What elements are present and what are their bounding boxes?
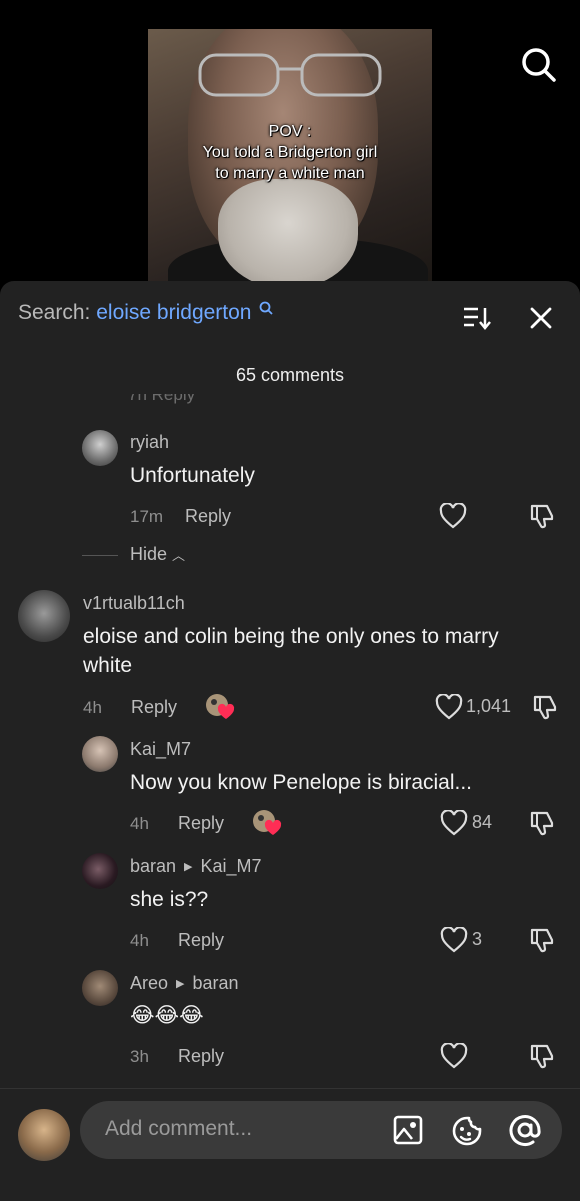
creator-liked-icon bbox=[206, 694, 235, 719]
reply-arrow-icon: ▶ bbox=[176, 978, 185, 990]
comment-item: Areo ▶ baran 😂😂😂 3h Reply bbox=[0, 968, 580, 1078]
comment-input[interactable]: Add comment... bbox=[80, 1101, 562, 1159]
like-count: 1,041 bbox=[466, 696, 512, 716]
dislike-icon[interactable] bbox=[528, 502, 556, 530]
reply-button[interactable]: Reply bbox=[178, 930, 224, 951]
my-avatar[interactable] bbox=[18, 1109, 70, 1161]
heart-icon[interactable] bbox=[440, 1043, 468, 1069]
avatar[interactable] bbox=[82, 430, 118, 466]
comment-username[interactable]: Kai_M7 bbox=[130, 739, 191, 760]
image-icon[interactable] bbox=[393, 1115, 423, 1145]
dislike-icon[interactable] bbox=[531, 693, 559, 721]
search-label: Search: bbox=[18, 301, 97, 324]
username-text[interactable]: Areo bbox=[130, 973, 168, 993]
comment-text: 😂😂😂 bbox=[130, 1004, 204, 1027]
comment-username[interactable]: v1rtualb11ch bbox=[83, 593, 185, 614]
comment-text-line: eloise and colin being the only ones to … bbox=[83, 625, 499, 648]
video-caption: POV : You told a Bridgerton girl to marr… bbox=[148, 121, 432, 184]
caption-line: You told a Bridgerton girl bbox=[202, 144, 378, 161]
divider-line bbox=[82, 554, 118, 556]
reply-to-username[interactable]: Kai_M7 bbox=[201, 856, 262, 876]
comment-input-placeholder: Add comment... bbox=[105, 1117, 253, 1140]
comment-count: 65 comments bbox=[235, 365, 345, 385]
close-icon[interactable] bbox=[528, 305, 554, 331]
reply-button[interactable]: Reply bbox=[178, 1046, 224, 1067]
comment-item: v1rtualb11ch eloise and colin being the … bbox=[0, 588, 580, 721]
comment-time: 4h bbox=[130, 931, 149, 950]
comment-username[interactable]: ryiah bbox=[130, 432, 169, 453]
reply-to-username[interactable]: baran bbox=[193, 973, 239, 993]
avatar[interactable] bbox=[82, 736, 118, 772]
comment-text: Unfortunately bbox=[130, 464, 255, 487]
comment-username[interactable]: Areo ▶ baran bbox=[130, 973, 239, 994]
cut-off-row: 7h Reply bbox=[128, 394, 196, 404]
caption-line: POV : bbox=[268, 123, 312, 140]
heart-icon[interactable] bbox=[440, 810, 468, 836]
comment-text: eloise and colin being the only ones to … bbox=[83, 622, 563, 680]
video-beard bbox=[218, 179, 358, 289]
glasses-shape bbox=[198, 53, 382, 97]
comment-item: Kai_M7 Now you know Penelope is biracial… bbox=[0, 734, 580, 844]
caption-line: to marry a white man bbox=[215, 165, 365, 182]
comment-time: 4h bbox=[83, 698, 102, 717]
hide-label: Hide bbox=[130, 544, 168, 564]
reply-arrow-icon: ▶ bbox=[184, 861, 193, 873]
comment-time: 17m bbox=[130, 507, 164, 526]
search-query[interactable]: Search: eloise bridgerton bbox=[18, 301, 273, 325]
comment-username[interactable]: baran ▶ Kai_M7 bbox=[130, 856, 262, 877]
dislike-icon[interactable] bbox=[528, 809, 556, 837]
sort-icon[interactable] bbox=[462, 305, 492, 331]
comment-item: baran ▶ Kai_M7 she is?? 4h Reply 3 bbox=[0, 851, 580, 961]
username-text[interactable]: baran bbox=[130, 856, 176, 876]
avatar[interactable] bbox=[82, 970, 118, 1006]
comment-text-line: white bbox=[83, 654, 133, 677]
comment-time: 3h bbox=[130, 1047, 149, 1066]
avatar[interactable] bbox=[18, 590, 70, 642]
heart-icon[interactable] bbox=[440, 927, 468, 953]
search-term-link[interactable]: eloise bridgerton bbox=[96, 301, 251, 324]
avatar[interactable] bbox=[82, 853, 118, 889]
chevron-up-icon: ︿ bbox=[172, 548, 186, 563]
like-count: 3 bbox=[472, 929, 483, 949]
reply-button[interactable]: Reply bbox=[131, 697, 177, 718]
emoji-icon[interactable] bbox=[451, 1115, 483, 1147]
dislike-icon[interactable] bbox=[528, 926, 556, 954]
search-icon[interactable] bbox=[518, 44, 558, 84]
comment-text: Now you know Penelope is biracial... bbox=[130, 771, 473, 794]
hide-replies-button[interactable]: Hide ︿ bbox=[82, 544, 185, 565]
dislike-icon[interactable] bbox=[528, 1042, 556, 1070]
mention-icon[interactable] bbox=[508, 1113, 542, 1147]
comment-text: she is?? bbox=[130, 888, 209, 911]
reply-button[interactable]: Reply bbox=[178, 813, 224, 834]
comments-sheet: Search: eloise bridgerton 65 comments 7h… bbox=[0, 281, 580, 1201]
creator-liked-icon bbox=[253, 810, 282, 835]
comment-composer: Add comment... bbox=[0, 1088, 580, 1201]
heart-icon[interactable] bbox=[439, 503, 467, 529]
heart-icon[interactable] bbox=[435, 694, 463, 720]
comment-time: 4h bbox=[130, 814, 149, 833]
comment-item: ryiah Unfortunately 17m Reply bbox=[0, 426, 580, 536]
like-count: 84 bbox=[472, 812, 493, 832]
reply-button[interactable]: Reply bbox=[185, 506, 231, 527]
small-search-icon bbox=[259, 301, 273, 315]
video-preview[interactable]: POV : You told a Bridgerton girl to marr… bbox=[148, 29, 432, 291]
